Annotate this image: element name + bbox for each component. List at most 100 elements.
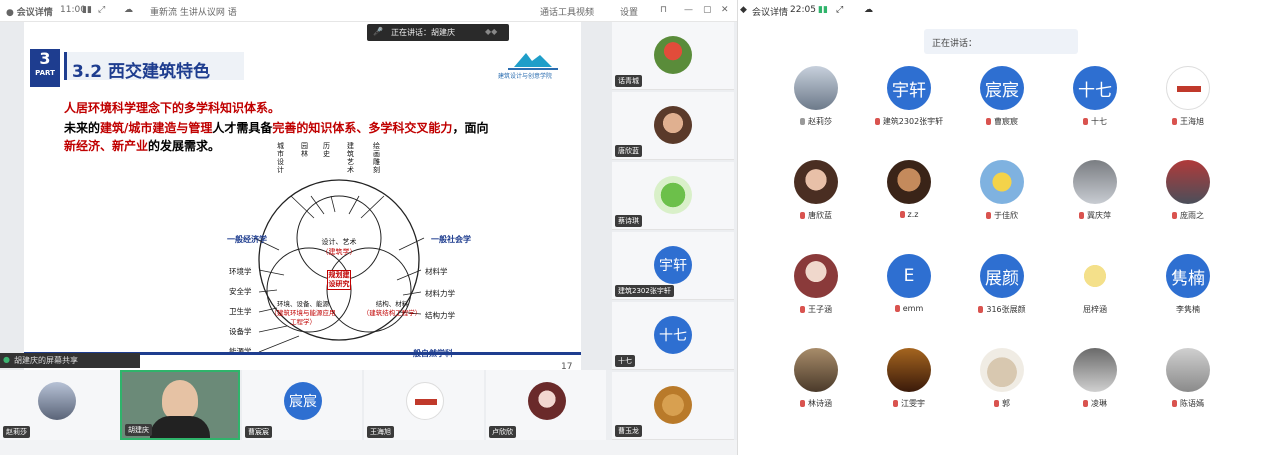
diagram-left-label: 安全学 xyxy=(229,287,252,296)
diagram-top-label: 建筑艺术 xyxy=(347,142,354,174)
video-tile[interactable]: 曹玉龙 xyxy=(612,372,734,440)
video-tile[interactable]: 唐欣蓝 xyxy=(612,92,734,160)
video-tile[interactable]: 卢欣欣 xyxy=(486,370,606,440)
slide-title: 3.2 西交建筑特色 xyxy=(72,62,211,82)
participant-card[interactable]: 屈梓涵 xyxy=(1055,254,1135,322)
participant-name: 于佳欣 xyxy=(962,210,1042,221)
mic-icon: 🎤 xyxy=(373,27,383,36)
participant-name: z.z xyxy=(869,210,949,219)
participant-card[interactable]: 于佳欣 xyxy=(962,160,1042,228)
video-tile[interactable]: 宇轩 建筑2302张宇轩 xyxy=(612,232,734,300)
mic-muted-icon xyxy=(1172,400,1177,407)
avatar xyxy=(887,348,931,392)
participant-card[interactable]: 赵莉莎 xyxy=(776,66,856,134)
participant-card[interactable]: 十七 十七 xyxy=(1055,66,1135,134)
participant-grid: 赵莉莎 宇轩 建筑2302张宇轩 宸宸 曹宸宸 十七 十七 王海旭唐欣蓝 z.z 于佳欣 冀庆萍 庞雨… xyxy=(776,66,1246,455)
participant-name-text: 江雯宇 xyxy=(901,399,925,408)
mic-muted-icon xyxy=(800,306,805,313)
avatar xyxy=(1166,348,1210,392)
diagram-top-label: 园林 xyxy=(301,142,308,158)
mic-muted-icon xyxy=(1172,212,1177,219)
mic-muted-icon xyxy=(899,211,905,218)
participant-name: 建筑2302张宇轩 xyxy=(869,116,949,127)
participants-title-bar: ◆ 会议详情 22:05 ▮▮ ⤢ ☁ xyxy=(738,0,1269,22)
participant-card[interactable]: 宸宸 曹宸宸 xyxy=(962,66,1042,134)
participant-card[interactable]: z.z xyxy=(869,160,949,228)
meeting-title-bar: ● 会议详情 11:00 ▮▮ ⤢ ☁ 重新流 生讲从议网 语 通话工具视频 设… xyxy=(0,0,737,22)
diagram-top-label: 历史 xyxy=(323,142,330,158)
participant-card[interactable]: 唐欣蓝 xyxy=(776,160,856,228)
avatar xyxy=(1073,160,1117,204)
avatar: E xyxy=(887,254,931,298)
meeting-details-link[interactable]: ● 会议详情 xyxy=(6,5,53,18)
mic-muted-icon xyxy=(978,306,984,313)
settings-link[interactable]: 设置 xyxy=(620,5,638,18)
expand-icon[interactable]: ⤢ xyxy=(98,5,105,15)
participant-card[interactable]: 王子涵 xyxy=(776,254,856,322)
avatar xyxy=(406,382,444,420)
expand-icon[interactable]: ⤢ xyxy=(836,5,843,15)
avatar: 隽楠 xyxy=(1166,254,1210,298)
avatar xyxy=(1073,254,1117,298)
mic-muted-icon xyxy=(874,118,880,125)
circle-left-text: 环境、设备、能源 （建筑环境与能源应用工程学） xyxy=(270,300,336,326)
center-label: 规划建设研究 xyxy=(327,270,351,290)
participant-name: 江雯宇 xyxy=(869,398,949,409)
video-tile[interactable]: 话青城 xyxy=(612,22,734,90)
avatar xyxy=(1166,66,1210,110)
participant-card[interactable]: 王海旭 xyxy=(1148,66,1228,134)
cloud-icon[interactable]: ☁ xyxy=(864,5,873,15)
active-speaker-tile[interactable]: 胡建庆 xyxy=(120,370,240,440)
participant-name-text: 王子涵 xyxy=(808,305,832,314)
meeting-window: ● 会议详情 11:00 ▮▮ ⤢ ☁ 重新流 生讲从议网 语 通话工具视频 设… xyxy=(0,0,737,455)
diagram-left-label: 环境学 xyxy=(229,267,252,276)
participant-card[interactable]: 凌琳 xyxy=(1055,348,1135,416)
participant-name-text: 屈梓涵 xyxy=(1083,305,1107,314)
meeting-details-link[interactable]: 会议详情 xyxy=(752,5,788,18)
video-tile[interactable]: 蔡诗琪 xyxy=(612,162,734,230)
participant-name-text: 于佳欣 xyxy=(994,211,1018,220)
participant-card[interactable]: 宇轩 建筑2302张宇轩 xyxy=(869,66,949,134)
avatar xyxy=(654,176,692,214)
participant-name: 屈梓涵 xyxy=(1055,304,1135,315)
video-tile[interactable]: 王海旭 xyxy=(364,370,484,440)
participant-card[interactable]: 江雯宇 xyxy=(869,348,949,416)
participant-card[interactable]: 隽楠 李隽楠 xyxy=(1148,254,1228,322)
maximize-icon[interactable]: ▢ xyxy=(703,5,712,15)
pin-icon[interactable]: ⊓ xyxy=(660,5,667,15)
participant-card[interactable]: 林诗涵 xyxy=(776,348,856,416)
video-tile[interactable]: 赵莉莎 xyxy=(0,370,120,440)
participant-name-text: 赵莉莎 xyxy=(808,117,832,126)
participant-card[interactable]: 展颜 316张展颜 xyxy=(962,254,1042,322)
participant-name: 凌琳 xyxy=(1055,398,1135,409)
participant-name-text: 唐欣蓝 xyxy=(808,211,832,220)
cloud-icon[interactable]: ☁ xyxy=(124,5,133,15)
help-link[interactable]: 通话工具视频 xyxy=(540,5,594,18)
participant-name-text: 林诗涵 xyxy=(808,399,832,408)
minimize-icon[interactable]: — xyxy=(684,5,693,15)
video-tile-column: 话青城 唐欣蓝 蔡诗琪 宇轩 建筑2302张宇轩 十七 十七 曹玉龙 xyxy=(612,22,737,440)
participant-card[interactable]: 郭 xyxy=(962,348,1042,416)
avatar: 展颜 xyxy=(980,254,1024,298)
diagram-right-label: 结构力学 xyxy=(425,311,455,320)
avatar: 宸宸 xyxy=(980,66,1024,110)
participant-name: 唐欣蓝 xyxy=(776,210,856,221)
meeting-time: 22:05 xyxy=(790,5,816,15)
participant-name: 赵莉莎 xyxy=(776,116,856,127)
participant-name-text: z.z xyxy=(907,210,919,219)
participant-card[interactable]: Eemm xyxy=(869,254,949,322)
slide-line-1: 人居环境科学理念下的多学科知识体系。 xyxy=(64,101,281,115)
discipline-diagram: 城市设计 园林 历史 建筑艺术 绘画雕刻 一般经济学 一般社会学 环境学 安全学 卫生学 设备… xyxy=(199,140,479,360)
participant-card[interactable]: 冀庆萍 xyxy=(1055,160,1135,228)
participant-name-text: 陈语嫣 xyxy=(1180,399,1204,408)
doc-tab[interactable]: 重新流 生讲从议网 语 xyxy=(150,5,237,18)
diagram-top-label: 绘画雕刻 xyxy=(373,142,380,174)
participant-card[interactable]: 陈语嫣 xyxy=(1148,348,1228,416)
video-tile[interactable]: 十七 十七 xyxy=(612,302,734,370)
participant-name-text: 冀庆萍 xyxy=(1087,211,1111,220)
circle-right-text: 结构、材料 （建筑结构工程学） xyxy=(362,300,422,317)
close-icon[interactable]: ✕ xyxy=(721,5,729,15)
video-tile[interactable]: 宸宸 曹宸宸 xyxy=(242,370,362,440)
participants-window: ◆ 会议详情 22:05 ▮▮ ⤢ ☁ 正在讲话： 赵莉莎 宇轩 建筑2302张宇轩… xyxy=(737,0,1269,455)
participant-card[interactable]: 庞雨之 xyxy=(1148,160,1228,228)
